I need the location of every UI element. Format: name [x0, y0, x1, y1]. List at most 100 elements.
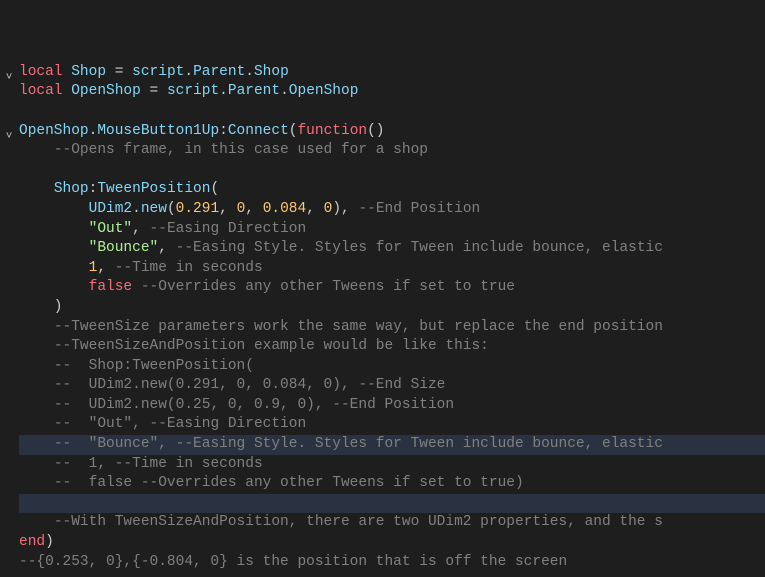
code-token: local [19, 83, 71, 99]
code-line[interactable]: -- Shop:TweenPosition( [19, 357, 765, 377]
code-token: function [297, 123, 367, 139]
code-line[interactable]: --{0.253, 0},{-0.804, 0} is the position… [19, 553, 765, 573]
code-token: "Bounce" [89, 240, 159, 256]
code-line[interactable]: 1, --Time in seconds [19, 259, 765, 279]
code-token [19, 514, 54, 530]
code-token: -- Shop:TweenPosition( [54, 358, 254, 374]
code-token: Parent [193, 64, 245, 80]
code-line[interactable]: -- UDim2.new(0.25, 0, 0.9, 0), --End Pos… [19, 396, 765, 416]
code-line[interactable] [19, 494, 765, 514]
code-editor[interactable]: ˅˅ local Shop = script.Parent.Shoplocal … [0, 0, 765, 577]
code-line[interactable] [19, 102, 765, 122]
code-token [19, 201, 89, 217]
code-token: OpenShop [289, 83, 359, 99]
code-token: = [150, 83, 167, 99]
code-token: Shop [71, 64, 115, 80]
code-token: -- "Out", --Easing Direction [54, 416, 306, 432]
code-line[interactable]: -- 1, --Time in seconds [19, 455, 765, 475]
code-token: new [141, 201, 167, 217]
code-token: --Overrides any other Tweens if set to t… [141, 279, 515, 295]
fold-toggle-icon[interactable]: ˅ [2, 128, 16, 148]
code-line[interactable]: UDim2.new(0.291, 0, 0.084, 0), --End Pos… [19, 200, 765, 220]
code-token: ) [19, 299, 63, 315]
code-token: . [280, 83, 289, 99]
code-line[interactable]: --TweenSize parameters work the same way… [19, 318, 765, 338]
code-token: --Opens frame, in this case used for a s… [54, 142, 428, 158]
code-token: , [219, 201, 236, 217]
code-token: ( [167, 201, 176, 217]
code-token [19, 456, 54, 472]
code-token: , [97, 260, 114, 276]
fold-toggle-icon[interactable]: ˅ [2, 69, 16, 89]
code-token: , [158, 240, 175, 256]
code-token: Connect [228, 123, 289, 139]
code-token: local [19, 64, 71, 80]
code-token: --TweenSizeAndPosition example would be … [54, 338, 489, 354]
code-token: , [245, 201, 262, 217]
code-token: MouseButton1Up [97, 123, 219, 139]
code-token: --End Position [358, 201, 480, 217]
code-token [19, 377, 54, 393]
code-line[interactable]: -- "Bounce", --Easing Style. Styles for … [19, 435, 765, 455]
code-token: 0 [237, 201, 246, 217]
code-token: "Out" [89, 221, 133, 237]
code-line[interactable]: -- UDim2.new(0.291, 0, 0.084, 0), --End … [19, 376, 765, 396]
code-token [19, 319, 54, 335]
code-token: --Easing Direction [150, 221, 307, 237]
code-token: -- 1, --Time in seconds [54, 456, 263, 472]
code-line[interactable]: OpenShop.MouseButton1Up:Connect(function… [19, 122, 765, 142]
code-token: UDim2 [89, 201, 133, 217]
code-token: --{0.253, 0},{-0.804, 0} is the position… [19, 554, 567, 570]
code-token: . [245, 64, 254, 80]
code-token: -- UDim2.new(0.291, 0, 0.084, 0), --End … [54, 377, 446, 393]
code-line[interactable]: "Bounce", --Easing Style. Styles for Twe… [19, 239, 765, 259]
code-token: 0 [324, 201, 333, 217]
code-token [19, 397, 54, 413]
code-token: 0.084 [263, 201, 307, 217]
code-area[interactable]: local Shop = script.Parent.Shoplocal Ope… [19, 4, 765, 577]
code-token [19, 181, 54, 197]
code-token [19, 475, 54, 491]
code-line[interactable] [19, 161, 765, 181]
code-token: ( [210, 181, 219, 197]
code-token: TweenPosition [97, 181, 210, 197]
code-token: . [132, 201, 141, 217]
code-token: --TweenSize parameters work the same way… [54, 319, 663, 335]
code-token: : [219, 123, 228, 139]
code-token [19, 436, 54, 452]
code-token: script [132, 64, 184, 80]
code-line[interactable]: "Out", --Easing Direction [19, 220, 765, 240]
code-token: --Time in seconds [115, 260, 263, 276]
code-line[interactable]: Shop:TweenPosition( [19, 180, 765, 200]
code-token: false [89, 279, 133, 295]
code-line[interactable]: --TweenSizeAndPosition example would be … [19, 337, 765, 357]
gutter: ˅˅ [0, 4, 19, 577]
code-line[interactable]: --Opens frame, in this case used for a s… [19, 141, 765, 161]
code-line[interactable]: -- "Out", --Easing Direction [19, 415, 765, 435]
code-line[interactable]: end) [19, 533, 765, 553]
code-token: OpenShop [19, 123, 89, 139]
code-line[interactable] [19, 572, 765, 577]
code-token: ) [45, 534, 54, 550]
code-line[interactable]: --With TweenSizeAndPosition, there are t… [19, 513, 765, 533]
code-line[interactable]: local OpenShop = script.Parent.OpenShop [19, 82, 765, 102]
code-token [19, 358, 54, 374]
code-token [19, 260, 89, 276]
code-token: -- "Bounce", --Easing Style. Styles for … [54, 436, 663, 452]
code-line[interactable]: local Shop = script.Parent.Shop [19, 63, 765, 83]
code-token: script [167, 83, 219, 99]
code-token: end [19, 534, 45, 550]
code-token: ), [332, 201, 358, 217]
code-token [19, 221, 89, 237]
code-token: Shop [54, 181, 89, 197]
code-line[interactable]: -- false --Overrides any other Tweens if… [19, 474, 765, 494]
code-token [132, 279, 141, 295]
code-token: --Easing Style. Styles for Tween include… [176, 240, 663, 256]
code-line[interactable]: ) [19, 298, 765, 318]
code-token [19, 416, 54, 432]
code-token: OpenShop [71, 83, 149, 99]
code-token: Parent [228, 83, 280, 99]
code-token: , [132, 221, 149, 237]
code-token: Shop [254, 64, 289, 80]
code-line[interactable]: false --Overrides any other Tweens if se… [19, 278, 765, 298]
